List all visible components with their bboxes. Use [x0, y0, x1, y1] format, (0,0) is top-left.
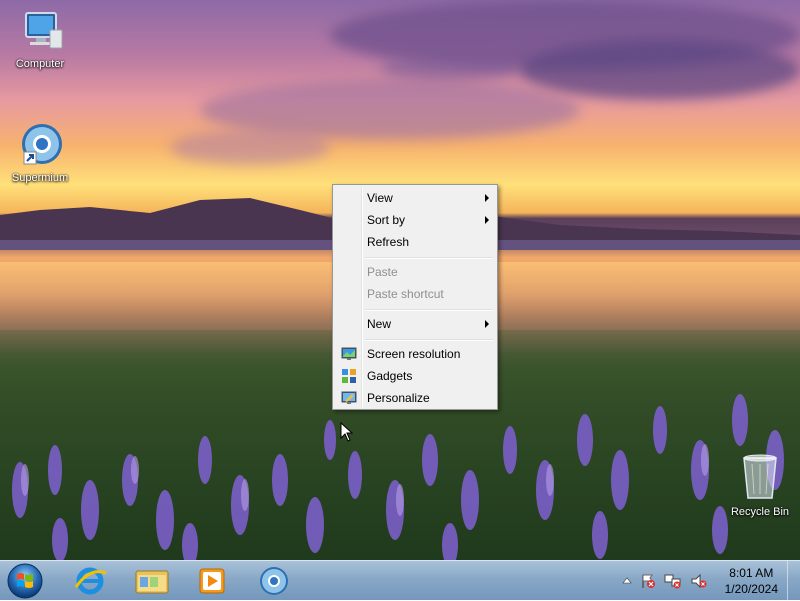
menu-item-sort-by[interactable]: Sort by	[335, 209, 495, 231]
taskbar: 8:01 AM 1/20/2024	[0, 560, 800, 601]
menu-item-paste-shortcut[interactable]: Paste shortcut	[335, 283, 495, 305]
menu-item-label: Refresh	[367, 235, 410, 249]
volume-muted-icon[interactable]	[690, 573, 708, 589]
menu-item-new[interactable]: New	[335, 313, 495, 335]
menu-item-label: Paste	[367, 265, 398, 279]
desktop-icon-supermium[interactable]: Supermium	[5, 120, 75, 184]
computer-icon	[25, 12, 63, 49]
submenu-arrow-icon	[485, 194, 489, 202]
menu-separator	[365, 257, 493, 259]
network-icon[interactable]	[664, 573, 682, 589]
menu-item-label: Sort by	[367, 213, 406, 227]
file-explorer-icon	[135, 570, 169, 594]
menu-item-label: New	[367, 317, 392, 331]
menu-item-label: Paste shortcut	[367, 287, 444, 301]
system-tray: 8:01 AM 1/20/2024	[600, 561, 800, 601]
menu-item-label: Screen resolution	[367, 347, 461, 361]
display-icon	[341, 347, 357, 360]
menu-item-refresh[interactable]: Refresh	[335, 231, 495, 253]
menu-item-screen-resolution[interactable]: Screen resolution	[335, 343, 495, 365]
menu-separator	[365, 339, 493, 341]
menu-item-label: View	[367, 191, 393, 205]
taskbar-file-explorer[interactable]	[126, 563, 178, 599]
menu-item-label: Gadgets	[367, 369, 413, 383]
supermium-icon	[260, 567, 288, 595]
taskbar-supermium[interactable]	[248, 563, 300, 599]
desktop-icon-recycle-bin[interactable]: Recycle Bin	[725, 452, 795, 518]
mouse-cursor-icon	[340, 422, 354, 442]
internet-explorer-icon	[74, 567, 107, 595]
desktop-context-menu: View Sort by Refresh Paste Paste shortcu…	[332, 184, 498, 410]
desktop-icon-label: Computer	[15, 58, 65, 70]
menu-item-label: Personalize	[367, 391, 430, 405]
desktop-icon-label: Supermium	[11, 172, 69, 184]
desktop-icon-computer[interactable]: Computer	[5, 10, 75, 70]
menu-item-paste[interactable]: Paste	[335, 261, 495, 283]
media-player-icon	[199, 568, 225, 594]
clock-time: 8:01 AM	[729, 566, 774, 580]
menu-item-gadgets[interactable]: Gadgets	[335, 365, 495, 387]
menu-separator	[365, 309, 493, 311]
supermium-icon	[22, 124, 62, 165]
taskbar-internet-explorer[interactable]	[64, 563, 116, 599]
taskbar-media-player[interactable]	[186, 563, 238, 599]
clock-date: 1/20/2024	[724, 582, 778, 596]
menu-item-view[interactable]: View	[335, 187, 495, 209]
recycle-bin-icon	[743, 454, 777, 499]
show-hidden-icons-button[interactable]	[622, 576, 632, 584]
submenu-arrow-icon	[485, 320, 489, 328]
show-desktop-button[interactable]	[787, 561, 800, 601]
desktop-icon-label: Recycle Bin	[730, 506, 790, 518]
gadgets-icon	[342, 369, 356, 383]
action-center-flag-icon[interactable]	[640, 573, 656, 589]
menu-item-personalize[interactable]: Personalize	[335, 387, 495, 409]
start-button[interactable]	[6, 562, 44, 600]
taskbar-clock[interactable]: 8:01 AM 1/20/2024	[725, 565, 778, 597]
submenu-arrow-icon	[485, 216, 489, 224]
personalize-icon	[341, 391, 357, 404]
